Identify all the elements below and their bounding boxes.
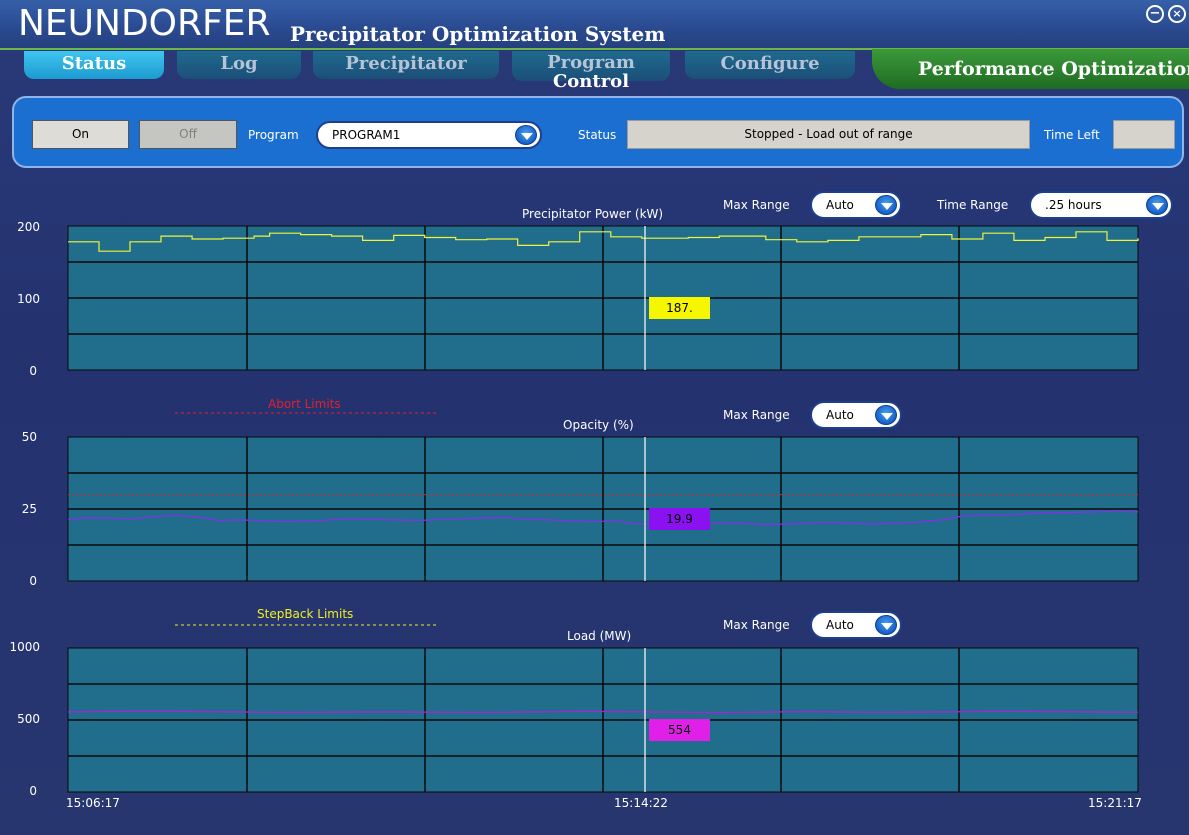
charts-canvas bbox=[67, 225, 1139, 793]
load-cursor-readout: 554 bbox=[649, 719, 710, 741]
opacity-cursor-readout: 19.9 bbox=[649, 508, 710, 530]
power-cursor-readout: 187. bbox=[649, 297, 710, 319]
